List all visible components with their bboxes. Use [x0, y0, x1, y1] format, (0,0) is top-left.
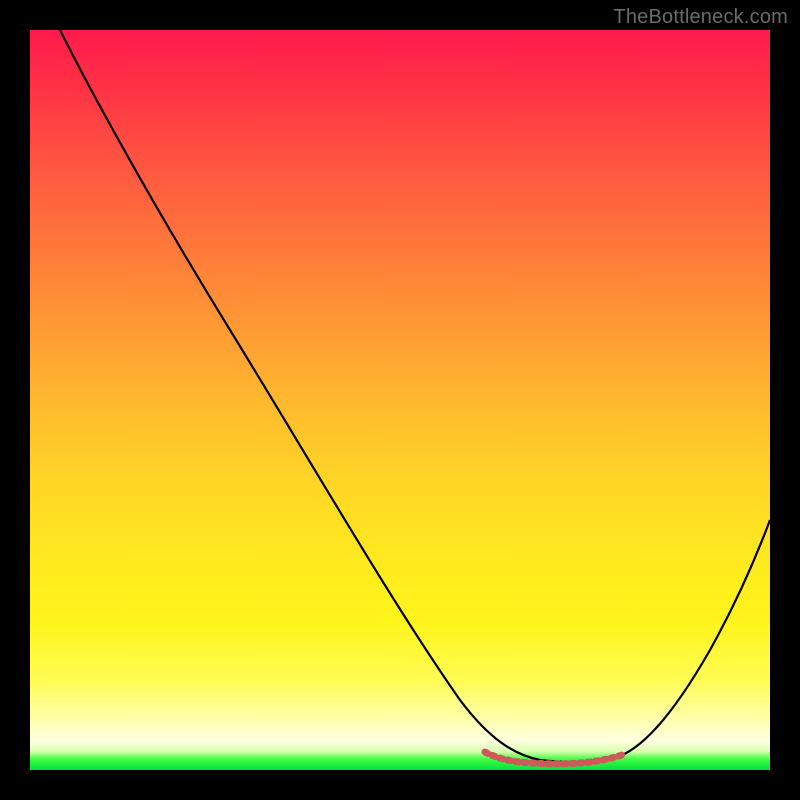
chart-area	[30, 30, 770, 770]
bottleneck-curve	[60, 30, 770, 762]
watermark-text: TheBottleneck.com	[613, 6, 788, 29]
minimum-band	[485, 752, 625, 764]
chart-svg	[30, 30, 770, 770]
